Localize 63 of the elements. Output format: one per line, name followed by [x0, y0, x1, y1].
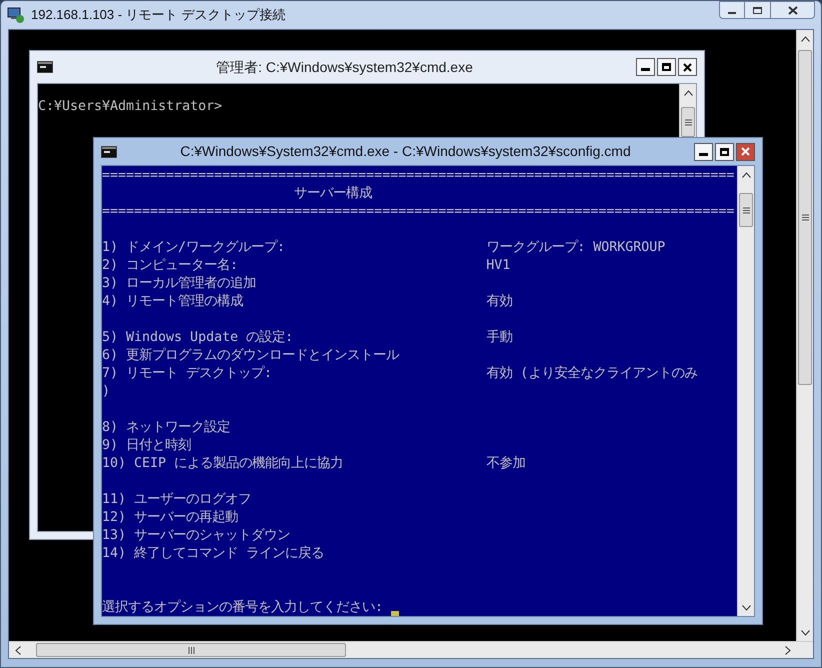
console-line: C:¥Users¥Administrator> — [38, 98, 222, 116]
close-button[interactable] — [736, 142, 755, 160]
maximize-button[interactable] — [745, 1, 771, 19]
option-value: 有効 (より安全なクライアントのみ — [486, 365, 698, 383]
minimize-button[interactable] — [694, 142, 713, 160]
scroll-right-icon[interactable] — [784, 646, 790, 654]
scroll-down-icon[interactable] — [742, 604, 750, 610]
menu-option: 9) 日付と時刻 — [102, 437, 486, 455]
grip-icon — [188, 646, 194, 654]
option-value: 有効 — [486, 293, 512, 311]
separator-line: =============================================================================== — [102, 167, 736, 185]
minimize-button[interactable] — [636, 58, 655, 76]
close-icon — [741, 147, 750, 156]
console-title: C:¥Windows¥System32¥cmd.exe - C:¥Windows¥system32¥sconfig.cmd — [179, 142, 632, 161]
scroll-up-icon[interactable] — [684, 90, 692, 96]
scroll-thumb[interactable] — [739, 193, 753, 227]
menu-option: 8) ネットワーク設定 — [102, 419, 486, 437]
option-value: 不参加 — [486, 455, 526, 473]
option-value: ワークグループ: WORKGROUP — [486, 239, 666, 257]
vertical-scrollbar[interactable] — [679, 84, 696, 138]
menu-option: 11) ユーザーのログオフ — [102, 491, 486, 509]
remote-desktop-icon — [7, 6, 25, 24]
menu-option: 6) 更新プログラムのダウンロードとインストール — [102, 347, 486, 365]
scroll-thumb[interactable] — [681, 107, 695, 137]
menu-option: ) — [102, 383, 486, 401]
console-icon — [37, 61, 53, 73]
grip-icon — [684, 118, 692, 126]
grip-icon — [742, 206, 750, 214]
window-title: 192.168.1.103 - リモート デスクトップ接続 — [31, 6, 286, 24]
menu-option: 1) ドメイン/ワークグループ: — [102, 239, 486, 257]
menu-option: 3) ローカル管理者の追加 — [102, 275, 486, 293]
menu-option: 14) 終了してコマンド ラインに戻る — [102, 545, 486, 563]
scroll-down-icon[interactable] — [800, 630, 810, 636]
maximize-button[interactable] — [715, 142, 734, 160]
menu-option: 10) CEIP による製品の機能向上に協力 — [102, 455, 486, 473]
vertical-scrollbar[interactable] — [737, 166, 754, 616]
scroll-thumb[interactable] — [798, 50, 812, 385]
menu-option: 13) サーバーのシャットダウン — [102, 527, 486, 545]
heading: サーバー構成 — [294, 186, 372, 201]
console-title: 管理者: C:¥Windows¥system32¥cmd.exe — [215, 58, 474, 77]
close-button[interactable] — [678, 58, 697, 76]
menu-option: 12) サーバーの再起動 — [102, 509, 486, 527]
scroll-thumb[interactable] — [36, 643, 346, 657]
vertical-scrollbar[interactable] — [796, 30, 813, 641]
console-icon — [101, 146, 117, 158]
scroll-left-icon[interactable] — [14, 646, 20, 654]
menu-option: 2) コンピューター名: — [102, 257, 486, 275]
minimize-button[interactable] — [719, 1, 745, 19]
menu-option: 4) リモート管理の構成 — [102, 293, 486, 311]
close-icon — [683, 62, 692, 72]
separator-line: =============================================================================== — [102, 203, 736, 221]
menu-option: 5) Windows Update の設定: — [102, 329, 486, 347]
option-value: 手動 — [486, 329, 512, 347]
grip-icon — [802, 214, 808, 221]
scroll-up-icon[interactable] — [742, 172, 750, 178]
cursor — [391, 611, 400, 616]
input-prompt: 選択するオプションの番号を入力してください: — [102, 599, 384, 616]
scroll-up-icon[interactable] — [800, 36, 810, 42]
close-button[interactable] — [771, 1, 815, 19]
maximize-button[interactable] — [657, 58, 676, 76]
menu-option: 7) リモート デスクトップ: — [102, 365, 486, 383]
option-value: HV1 — [486, 257, 510, 275]
close-icon — [788, 6, 798, 14]
